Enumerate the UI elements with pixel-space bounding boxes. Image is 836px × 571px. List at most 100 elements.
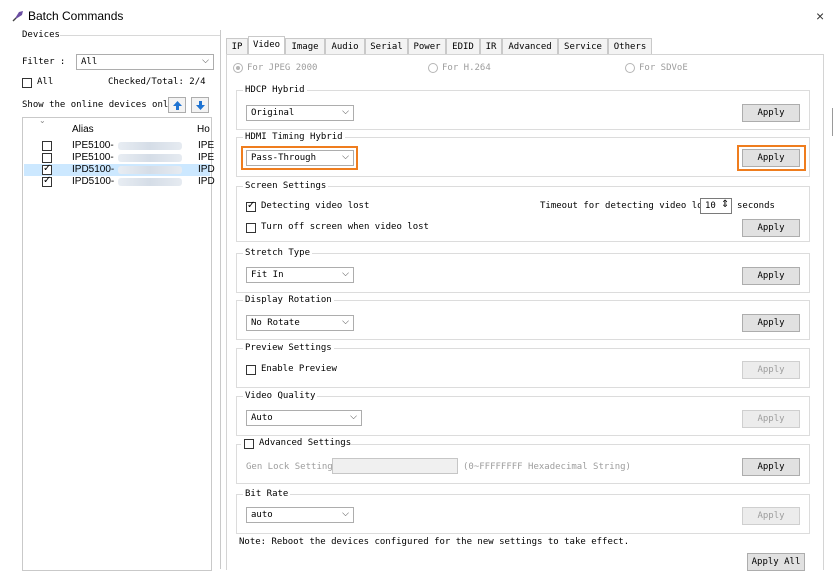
move-up-button[interactable] xyxy=(168,97,186,113)
bitrate-apply-button[interactable]: Apply xyxy=(742,507,800,525)
seconds-label: seconds xyxy=(737,201,775,211)
tab-serial[interactable]: Serial xyxy=(365,38,408,54)
device-alias: IPE5100- xyxy=(72,140,114,151)
screen-settings-group: Screen Settings xyxy=(236,181,810,242)
stretch-apply-button[interactable]: Apply xyxy=(742,267,800,285)
device-host: IPE xyxy=(198,140,215,151)
filter-select[interactable]: All ⌵ xyxy=(76,54,214,70)
turn-off-screen-label: Turn off screen when video lost xyxy=(261,222,429,232)
chevron-down-icon: ⌵ xyxy=(342,269,349,279)
spinner-arrows-icon[interactable]: ⇕ xyxy=(721,199,729,210)
quality-value: Auto xyxy=(251,413,273,423)
online-only-label[interactable]: Show the online devices only. xyxy=(22,100,179,110)
label-jpeg: For JPEG 2000 xyxy=(247,63,318,73)
row-checkbox[interactable] xyxy=(42,175,52,187)
device-host: IPD xyxy=(198,164,215,175)
advanced-settings-label: Advanced Settings xyxy=(259,438,352,448)
preview-apply-button[interactable]: Apply xyxy=(742,361,800,379)
devices-label: Devices xyxy=(22,30,60,40)
tab-video[interactable]: Video xyxy=(248,36,285,55)
quality-title: Video Quality xyxy=(243,391,318,401)
tab-advanced[interactable]: Advanced xyxy=(502,38,558,54)
rotation-title: Display Rotation xyxy=(243,295,334,305)
tab-audio[interactable]: Audio xyxy=(325,38,365,54)
edge-fragment xyxy=(832,108,836,136)
row-checkbox[interactable] xyxy=(42,141,52,151)
device-alias: IPE5100- xyxy=(72,152,114,163)
rotation-value: No Rotate xyxy=(251,318,300,328)
tab-image[interactable]: Image xyxy=(285,38,325,54)
timeout-spinner[interactable]: 10 ⇕ xyxy=(700,198,732,214)
stretch-select[interactable]: Fit In ⌵ xyxy=(246,267,354,283)
device-list[interactable]: ⌄ Alias Ho IPE5100- IPE IPE5100- IPE IPD… xyxy=(22,116,215,571)
radio-sdvoe[interactable] xyxy=(625,63,635,73)
filter-value: All xyxy=(81,57,98,67)
row-checkbox[interactable] xyxy=(42,153,52,163)
hdcp-apply-button[interactable]: Apply xyxy=(742,104,800,122)
device-row[interactable]: IPD5100- IPD xyxy=(24,175,215,188)
device-row[interactable]: IPE5100- IPE xyxy=(24,152,214,164)
quality-apply-button[interactable]: Apply xyxy=(742,410,800,428)
chevron-down-icon: ⌵ xyxy=(342,107,349,117)
tab-edid[interactable]: EDID xyxy=(446,38,480,54)
device-host: IPD xyxy=(198,176,215,187)
tab-others[interactable]: Others xyxy=(608,38,652,54)
label-h264: For H.264 xyxy=(442,63,491,73)
redacted-text xyxy=(118,154,182,162)
all-label: All xyxy=(37,77,54,87)
device-alias: IPD5100- xyxy=(72,176,115,187)
hdcp-title: HDCP Hybrid xyxy=(243,85,307,95)
video-tab-panel: For JPEG 2000 For H.264 For SDVoE HDCP H… xyxy=(226,54,824,571)
tab-service[interactable]: Service xyxy=(558,38,608,54)
device-alias: IPD5100- xyxy=(72,164,115,175)
chevron-down-icon: ⌵ xyxy=(342,509,349,519)
sort-chevron-icon[interactable]: ⌄ xyxy=(39,116,46,125)
rotation-apply-button[interactable]: Apply xyxy=(742,314,800,332)
hdcp-select[interactable]: Original ⌵ xyxy=(246,105,354,121)
tab-power[interactable]: Power xyxy=(408,38,446,54)
hdmi-timing-title: HDMI Timing Hybrid xyxy=(243,132,345,142)
enable-preview-label: Enable Preview xyxy=(261,364,337,374)
rotation-select[interactable]: No Rotate ⌵ xyxy=(246,315,354,331)
screen-apply-button[interactable]: Apply xyxy=(742,219,800,237)
detect-video-lost-label: Detecting video lost xyxy=(261,201,370,211)
redacted-text xyxy=(118,142,182,150)
row-checkbox[interactable] xyxy=(42,163,52,175)
redacted-text xyxy=(118,178,182,186)
device-row[interactable]: IPE5100- IPE xyxy=(24,140,214,152)
chevron-down-icon: ⌵ xyxy=(350,412,357,422)
column-host[interactable]: Ho xyxy=(197,124,210,135)
genlock-hint: (0~FFFFFFFF Hexadecimal String) xyxy=(463,462,631,472)
tab-ir[interactable]: IR xyxy=(480,38,502,54)
apply-all-button[interactable]: Apply All xyxy=(747,553,805,571)
chevron-down-icon: ⌵ xyxy=(342,317,349,327)
arrow-down-icon xyxy=(196,101,205,110)
reboot-note: Note: Reboot the devices configured for … xyxy=(239,537,630,547)
window-title: Batch Commands xyxy=(28,9,124,23)
quality-select[interactable]: Auto ⌵ xyxy=(246,410,362,426)
chevron-down-icon: ⌵ xyxy=(202,56,209,66)
move-down-button[interactable] xyxy=(191,97,209,113)
bitrate-select[interactable]: auto ⌵ xyxy=(246,507,354,523)
hdmi-timing-select[interactable]: Pass-Through ⌵ xyxy=(246,150,354,166)
redacted-text xyxy=(118,166,182,174)
all-checkbox[interactable] xyxy=(22,78,32,88)
hdmi-timing-apply-button[interactable]: Apply xyxy=(742,149,800,167)
advanced-apply-button[interactable]: Apply xyxy=(742,458,800,476)
screen-settings-title: Screen Settings xyxy=(243,181,329,191)
turn-off-screen-checkbox[interactable] xyxy=(246,223,256,233)
device-row[interactable]: IPD5100- IPD xyxy=(24,163,215,176)
advanced-settings-checkbox[interactable] xyxy=(244,439,254,449)
column-alias[interactable]: Alias xyxy=(72,124,94,135)
radio-jpeg[interactable] xyxy=(233,63,243,73)
radio-h264[interactable] xyxy=(428,63,438,73)
hdmi-timing-value: Pass-Through xyxy=(251,153,317,163)
genlock-input[interactable] xyxy=(332,458,458,474)
app-icon xyxy=(12,11,23,22)
enable-preview-checkbox[interactable] xyxy=(246,365,256,375)
tab-ip[interactable]: IP xyxy=(226,38,248,54)
genlock-label: Gen Lock Setting: xyxy=(246,462,339,472)
detect-video-lost-checkbox[interactable] xyxy=(246,200,256,212)
close-icon[interactable]: × xyxy=(816,8,824,24)
hdcp-value: Original xyxy=(251,108,295,118)
